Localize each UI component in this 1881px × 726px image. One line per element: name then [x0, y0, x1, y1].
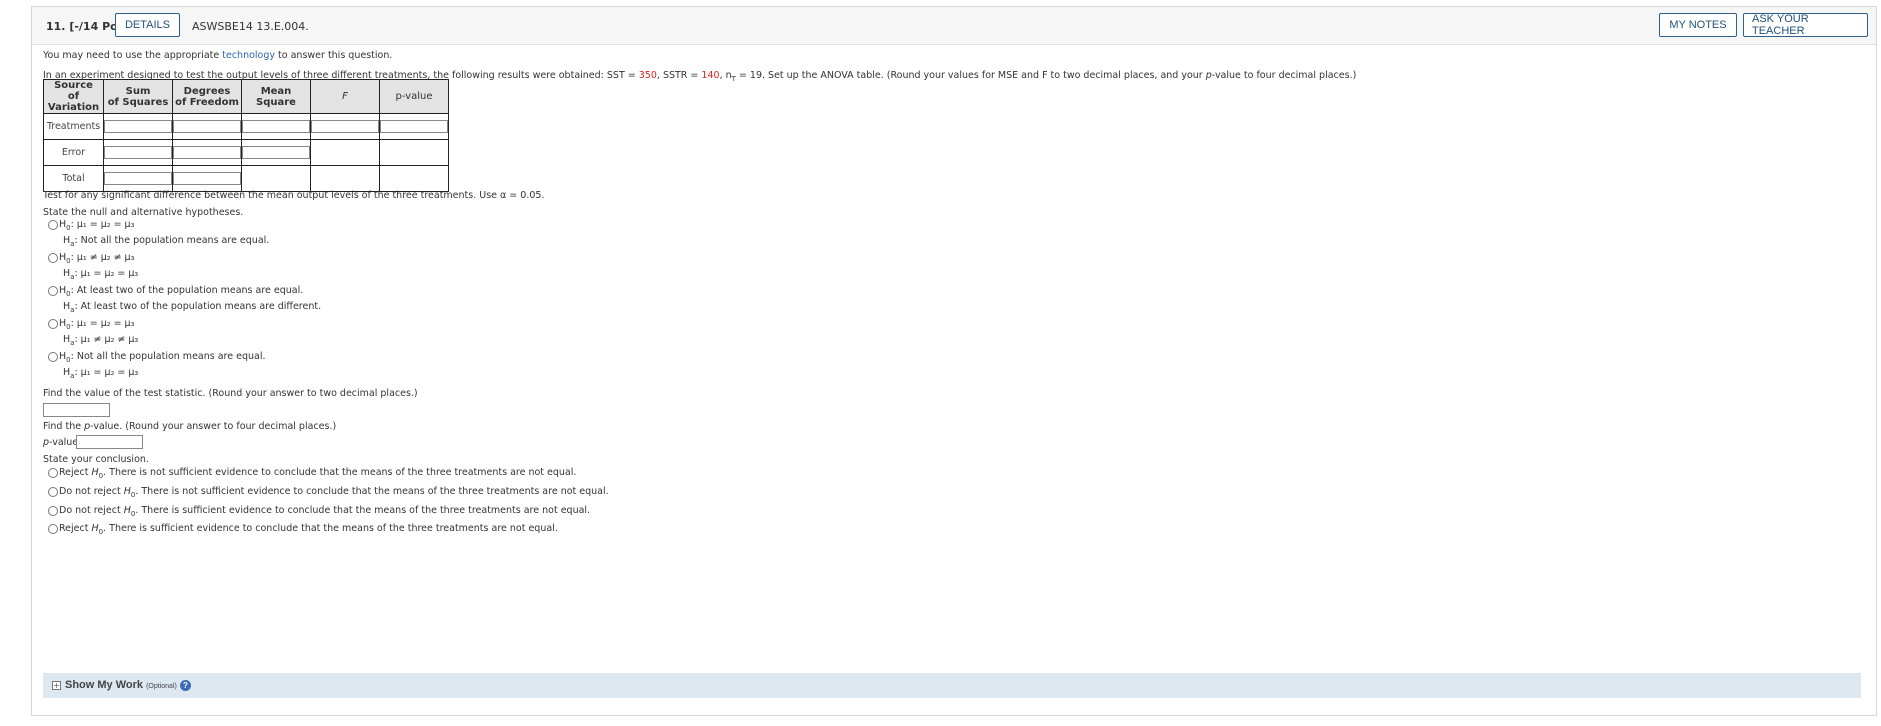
conclusion-3-text: Do not reject H0. There is sufficient ev… — [59, 505, 591, 518]
question-panel: 11. [-/14 Points] DETAILS ASWSBE14 13.E.… — [31, 6, 1877, 716]
pvalue-input[interactable] — [76, 435, 143, 449]
conclusion-prompt: State your conclusion. — [43, 454, 149, 465]
total-df-input[interactable] — [173, 172, 241, 185]
hypothesis-radio-3[interactable] — [48, 286, 58, 296]
total-ms-empty — [241, 165, 311, 192]
hypothesis-radio-5[interactable] — [48, 352, 58, 362]
test-statistic-prompt: Find the value of the test statistic. (R… — [43, 388, 418, 399]
technology-note-text: You may need to use the appropriate — [43, 50, 223, 61]
details-button[interactable]: DETAILS — [115, 13, 180, 37]
conclusion-radio-4[interactable] — [48, 524, 58, 534]
problem-text-3: , n — [719, 70, 732, 81]
anova-table: Source of Variation Sum of Squares Degrees… — [43, 79, 449, 192]
technology-note: You may need to use the appropriate tech… — [43, 50, 392, 61]
pvalue-prompt: Find the p-value. (Round your answer to … — [43, 421, 337, 432]
total-f-empty — [310, 165, 380, 192]
conclusion-radio-2[interactable] — [48, 487, 58, 497]
treatments-row: Treatments — [43, 113, 449, 140]
technology-note-text-end: to answer this question. — [275, 50, 393, 61]
show-my-work-label[interactable]: Show My Work (Optional) ? — [65, 679, 191, 691]
hypothesis-radio-2[interactable] — [48, 253, 58, 263]
header-df: Degrees of Freedom — [172, 79, 242, 114]
total-pvalue-empty — [379, 165, 449, 192]
hypothesis-radio-4[interactable] — [48, 319, 58, 329]
my-notes-button[interactable]: MY NOTES — [1659, 13, 1737, 37]
error-f-empty — [310, 139, 380, 166]
conclusion-4-text: Reject H0. There is sufficient evidence … — [59, 523, 558, 536]
conclusion-2-text: Do not reject H0. There is not sufficien… — [59, 486, 609, 499]
conclusion-radio-1[interactable] — [48, 468, 58, 478]
question-id: ASWSBE14 13.E.004. — [192, 20, 309, 33]
sst-value: 350 — [638, 70, 657, 81]
treatments-ss-input[interactable] — [104, 120, 172, 133]
show-my-work-bar[interactable]: + Show My Work (Optional) ? — [43, 673, 1861, 698]
total-ss-input[interactable] — [104, 172, 172, 185]
hypothesis-5-h0: H0: Not all the population means are equ… — [59, 351, 266, 364]
error-ms-input[interactable] — [242, 146, 310, 159]
technology-link[interactable]: technology — [222, 50, 275, 61]
header-f: F — [310, 79, 380, 114]
error-pvalue-empty — [379, 139, 449, 166]
treatments-df-input[interactable] — [173, 120, 241, 133]
error-row: Error — [43, 139, 449, 166]
treatments-ms-input[interactable] — [242, 120, 310, 133]
help-icon[interactable]: ? — [179, 679, 191, 691]
hypothesis-1-ha: Ha: Not all the population means are equ… — [63, 235, 270, 248]
treatments-f-input[interactable] — [311, 120, 379, 133]
header-pvalue: p-value — [379, 79, 449, 114]
hypothesis-2-h0: H0: μ₁ ≠ μ₂ ≠ μ₃ — [59, 252, 135, 265]
row-label-treatments: Treatments — [43, 113, 104, 140]
total-row: Total — [43, 165, 449, 192]
hypothesis-radio-1[interactable] — [48, 220, 58, 230]
problem-text-6: -value to four decimal places.) — [1211, 70, 1357, 81]
header-source: Source of Variation — [43, 79, 104, 114]
hypotheses-prompt: State the null and alternative hypothese… — [43, 207, 244, 218]
hypothesis-4-ha: Ha: μ₁ ≠ μ₂ ≠ μ₃ — [63, 334, 139, 347]
conclusion-1-text: Reject H0. There is not sufficient evide… — [59, 467, 577, 480]
error-df-input[interactable] — [173, 146, 241, 159]
hypothesis-2-ha: Ha: μ₁ = μ₂ = μ₃ — [63, 268, 139, 281]
optional-label: (Optional) — [146, 683, 177, 690]
header-ms: Mean Square — [241, 79, 311, 114]
row-label-error: Error — [43, 139, 104, 166]
conclusion-radio-3[interactable] — [48, 506, 58, 516]
header-ss: Sum of Squares — [103, 79, 173, 114]
hypothesis-1-h0: H0: μ₁ = μ₂ = μ₃ — [59, 219, 135, 232]
expand-plus-icon[interactable]: + — [52, 681, 61, 690]
row-label-total: Total — [43, 165, 104, 192]
problem-text-2: , SSTR = — [656, 70, 702, 81]
hypothesis-3-ha: Ha: At least two of the population means… — [63, 301, 322, 314]
test-statistic-input[interactable] — [43, 403, 110, 417]
error-ss-input[interactable] — [104, 146, 172, 159]
test-prompt: Test for any significant difference betw… — [43, 190, 545, 201]
hypothesis-3-h0: H0: At least two of the population means… — [59, 285, 304, 298]
hypothesis-5-ha: Ha: μ₁ = μ₂ = μ₃ — [63, 367, 139, 380]
sstr-value: 140 — [701, 70, 720, 81]
anova-header-row: Source of Variation Sum of Squares Degrees… — [43, 79, 449, 114]
treatments-pvalue-input[interactable] — [380, 120, 448, 133]
ask-teacher-button[interactable]: ASK YOUR TEACHER — [1743, 13, 1868, 37]
problem-text-4: = 19. Set up the ANOVA table. (Round you… — [735, 70, 1206, 81]
hypothesis-4-h0: H0: μ₁ = μ₂ = μ₃ — [59, 318, 135, 331]
question-header: 11. [-/14 Points] DETAILS ASWSBE14 13.E.… — [32, 7, 1876, 45]
